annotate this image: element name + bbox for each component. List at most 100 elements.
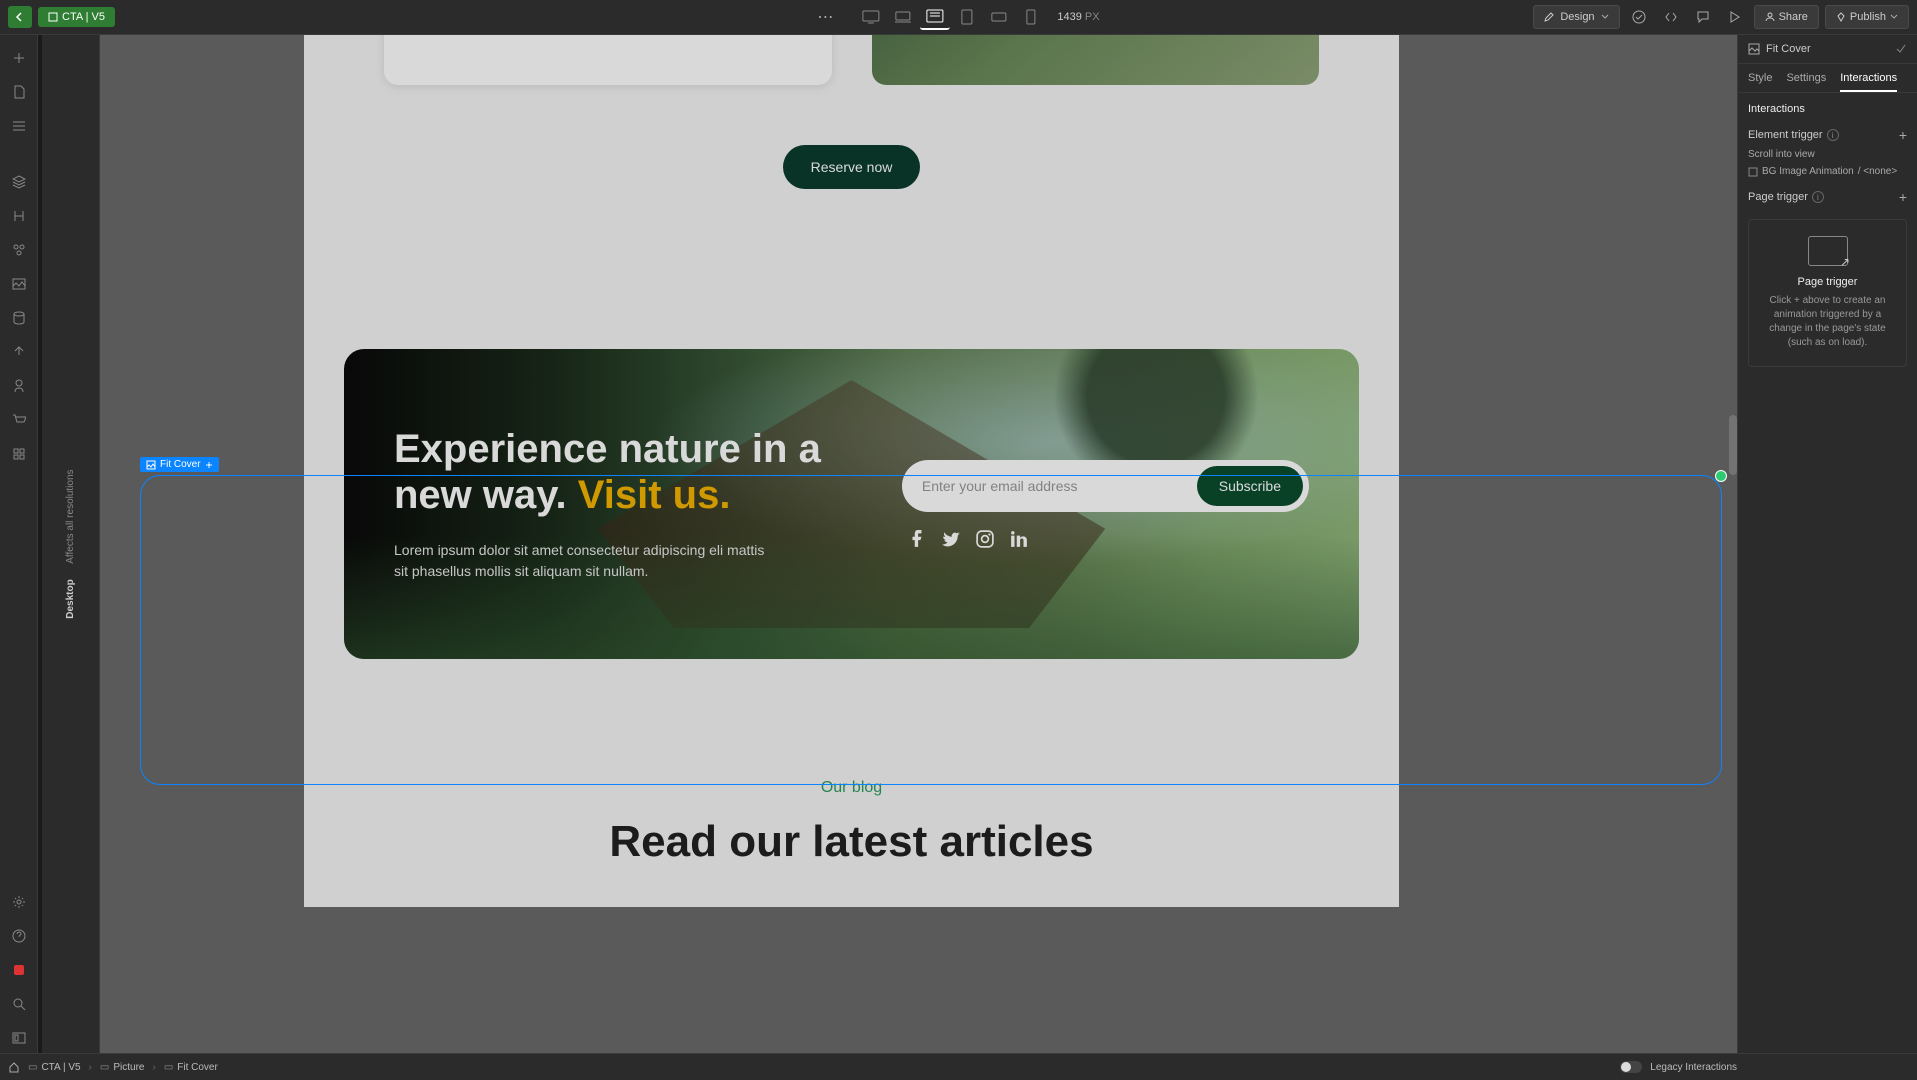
panel-tabs: Style Settings Interactions bbox=[1738, 64, 1917, 93]
breakpoint-mobile[interactable] bbox=[1015, 4, 1045, 30]
tab-style[interactable]: Style bbox=[1748, 72, 1772, 92]
subscribe-label: Subscribe bbox=[1219, 478, 1281, 494]
video-button[interactable] bbox=[4, 955, 34, 985]
search-button[interactable] bbox=[4, 989, 34, 1019]
deselect-icon[interactable] bbox=[1895, 43, 1907, 55]
back-button[interactable] bbox=[8, 6, 32, 28]
reserve-label: Reserve now bbox=[811, 159, 893, 175]
element-trigger-row: Element trigger i + bbox=[1738, 121, 1917, 149]
more-breakpoints-button[interactable]: ⋯ bbox=[817, 7, 833, 27]
page-trigger-label: Page trigger bbox=[1748, 191, 1808, 203]
crumb-section[interactable]: ▭CTA | V5 bbox=[24, 1060, 85, 1075]
cta-heading[interactable]: Experience nature in a new way. Visit us… bbox=[394, 426, 842, 518]
canvas[interactable]: Reserve now Experience nature in a new w… bbox=[100, 35, 1737, 1053]
page-trigger-empty-state: Page trigger Click + above to create an … bbox=[1748, 219, 1907, 367]
page-breadcrumb[interactable]: CTA | V5 bbox=[38, 7, 115, 27]
element-trigger-label: Element trigger bbox=[1748, 129, 1823, 141]
cta-section[interactable]: Experience nature in a new way. Visit us… bbox=[344, 349, 1359, 659]
image-icon bbox=[146, 460, 156, 470]
cms-button[interactable] bbox=[4, 303, 34, 333]
users-button[interactable] bbox=[4, 337, 34, 367]
breakpoint-desktop[interactable] bbox=[855, 4, 885, 30]
cta-body-text[interactable]: Lorem ipsum dolor sit amet consectetur a… bbox=[394, 540, 774, 582]
pages-button[interactable] bbox=[4, 77, 34, 107]
mode-switcher[interactable]: Design bbox=[1533, 5, 1619, 29]
apps-button[interactable] bbox=[4, 439, 34, 469]
selection-tag[interactable]: Fit Cover bbox=[140, 457, 219, 472]
viewport-width[interactable]: 1439 PX bbox=[1057, 11, 1099, 23]
empty-title: Page trigger bbox=[1759, 276, 1896, 288]
code-button[interactable] bbox=[1658, 5, 1684, 29]
right-panel: Fit Cover Style Settings Interactions In… bbox=[1737, 35, 1917, 1053]
breakpoint-laptop[interactable] bbox=[887, 4, 917, 30]
facebook-icon[interactable] bbox=[908, 530, 926, 548]
components-button[interactable] bbox=[4, 167, 34, 197]
scroll-trigger-label[interactable]: Scroll into view bbox=[1738, 149, 1917, 166]
info-icon[interactable]: i bbox=[1827, 129, 1839, 141]
variables-button[interactable] bbox=[4, 201, 34, 231]
crumb-picture[interactable]: ▭Picture bbox=[96, 1060, 149, 1075]
share-label: Share bbox=[1779, 11, 1808, 23]
hero-card[interactable] bbox=[384, 35, 832, 85]
email-input[interactable] bbox=[908, 468, 1197, 504]
publish-button[interactable]: Publish bbox=[1825, 5, 1909, 29]
breakpoint-tablet[interactable] bbox=[951, 4, 981, 30]
social-row bbox=[908, 530, 1309, 548]
width-unit: PX bbox=[1085, 11, 1100, 23]
twitter-icon[interactable] bbox=[942, 530, 960, 548]
hero-image[interactable] bbox=[872, 35, 1320, 85]
mode-label: Design bbox=[1560, 11, 1594, 23]
subscribe-button[interactable]: Subscribe bbox=[1197, 466, 1303, 506]
animation-entry[interactable]: BG Image Animation / <none> bbox=[1738, 166, 1917, 183]
settings-button[interactable] bbox=[4, 887, 34, 917]
blog-heading[interactable]: Read our latest articles bbox=[344, 817, 1359, 867]
preview-button[interactable] bbox=[1722, 5, 1748, 29]
add-element-trigger-button[interactable]: + bbox=[1899, 127, 1907, 143]
share-button[interactable]: Share bbox=[1754, 5, 1819, 29]
instagram-icon[interactable] bbox=[976, 530, 994, 548]
help-button[interactable] bbox=[4, 921, 34, 951]
linkedin-icon[interactable] bbox=[1010, 530, 1028, 548]
reserve-button[interactable]: Reserve now bbox=[783, 145, 921, 189]
logic-button[interactable] bbox=[4, 371, 34, 401]
breakpoint-switcher: ⋯ 1439 PX bbox=[817, 4, 1099, 30]
ecommerce-button[interactable] bbox=[4, 405, 34, 435]
rocket-icon bbox=[1836, 12, 1846, 22]
breakpoint-secondary-label: Affects all resolutions bbox=[65, 469, 76, 563]
gear-small-icon[interactable] bbox=[205, 461, 213, 469]
breadcrumb-trail: ▭CTA | V5 › ▭Picture › ▭Fit Cover bbox=[8, 1060, 222, 1075]
blog-eyebrow[interactable]: Our blog bbox=[344, 779, 1359, 797]
animation-suffix: / <none> bbox=[1858, 166, 1897, 177]
animation-name: BG Image Animation bbox=[1762, 166, 1854, 177]
page-trigger-row: Page trigger i + bbox=[1738, 183, 1917, 211]
info-icon[interactable]: i bbox=[1812, 191, 1824, 203]
tab-interactions[interactable]: Interactions bbox=[1840, 72, 1897, 92]
selection-label: Fit Cover bbox=[160, 459, 201, 470]
subscribe-form[interactable]: Subscribe bbox=[902, 460, 1309, 512]
blog-section[interactable]: Our blog Read our latest articles bbox=[304, 699, 1399, 907]
breakpoint-large[interactable] bbox=[919, 4, 949, 30]
style-manager-button[interactable] bbox=[4, 235, 34, 265]
legacy-interactions-toggle[interactable]: Legacy Interactions bbox=[1620, 1061, 1737, 1073]
pencil-icon bbox=[1544, 12, 1554, 22]
comments-button[interactable] bbox=[1690, 5, 1716, 29]
audit-button[interactable] bbox=[1626, 5, 1652, 29]
selected-element-name: Fit Cover bbox=[1766, 43, 1811, 55]
audit-panel-button[interactable] bbox=[4, 1023, 34, 1053]
interactions-title: Interactions bbox=[1738, 93, 1917, 121]
selection-handle[interactable] bbox=[1715, 470, 1727, 482]
section-reserve[interactable]: Reserve now bbox=[304, 35, 1399, 309]
crumb-fitcover[interactable]: ▭Fit Cover bbox=[160, 1060, 222, 1075]
assets-button[interactable] bbox=[4, 269, 34, 299]
breakpoint-mobile-landscape[interactable] bbox=[983, 4, 1013, 30]
tab-settings[interactable]: Settings bbox=[1786, 72, 1826, 92]
bottom-bar: ▭CTA | V5 › ▭Picture › ▭Fit Cover Legacy… bbox=[0, 1053, 1917, 1080]
navigator-button[interactable] bbox=[4, 111, 34, 141]
section-icon bbox=[48, 12, 58, 22]
page-body[interactable]: Reserve now Experience nature in a new w… bbox=[304, 35, 1399, 907]
person-icon bbox=[1765, 12, 1775, 22]
home-icon[interactable] bbox=[8, 1061, 20, 1073]
add-element-button[interactable] bbox=[4, 43, 34, 73]
canvas-scrollbar[interactable] bbox=[1729, 415, 1737, 475]
add-page-trigger-button[interactable]: + bbox=[1899, 189, 1907, 205]
